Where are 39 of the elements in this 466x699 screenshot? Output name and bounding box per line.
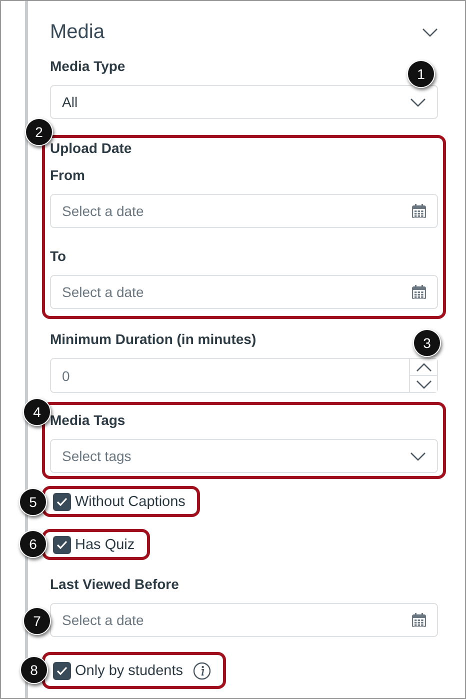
select-field[interactable]: Select tags [50,439,438,473]
callout-marker: 7 [23,607,51,635]
number-field[interactable]: 0 [50,358,410,393]
checkbox[interactable] [53,492,71,510]
checkmark-icon [56,540,68,550]
checkbox-label: Without Captions [75,494,186,510]
callout-marker: 5 [19,488,47,516]
chevron-down-icon [416,380,432,388]
decrement-button[interactable] [410,375,437,392]
checkmark-icon [56,496,68,506]
calendar-icon [412,204,426,218]
callout-marker: 6 [19,530,47,558]
calendar-icon [412,285,426,299]
callout-marker: 4 [23,398,51,426]
callout-marker: 3 [413,329,441,357]
checkbox-label: Has Quiz [75,536,135,552]
panel-title: Media [50,20,104,44]
callout-marker: 8 [20,656,48,684]
date-field[interactable]: Select a date [50,603,438,637]
checkmark-icon [56,666,68,676]
date-field[interactable]: Select a date [50,194,438,228]
field-label: Media Type [50,57,126,76]
checkbox-label: Only by students [75,662,183,678]
callout-marker: 1 [407,60,435,88]
field-label: Media Tags [50,411,126,430]
field-label: To [50,247,66,266]
checkbox[interactable] [53,662,71,680]
group-label: Upload Date [50,139,132,158]
checkbox[interactable] [53,536,71,554]
chevron-up-icon [416,362,432,372]
date-field[interactable]: Select a date [50,275,438,309]
chevron-down-icon [410,98,426,106]
chevron-down-icon [410,452,426,460]
chevron-down-icon [422,28,438,36]
field-label: Last Viewed Before [50,575,179,594]
select-field[interactable]: All [50,85,438,119]
field-label: Minimum Duration (in minutes) [50,330,256,349]
calendar-icon [412,613,426,627]
field-label: From [50,166,85,185]
